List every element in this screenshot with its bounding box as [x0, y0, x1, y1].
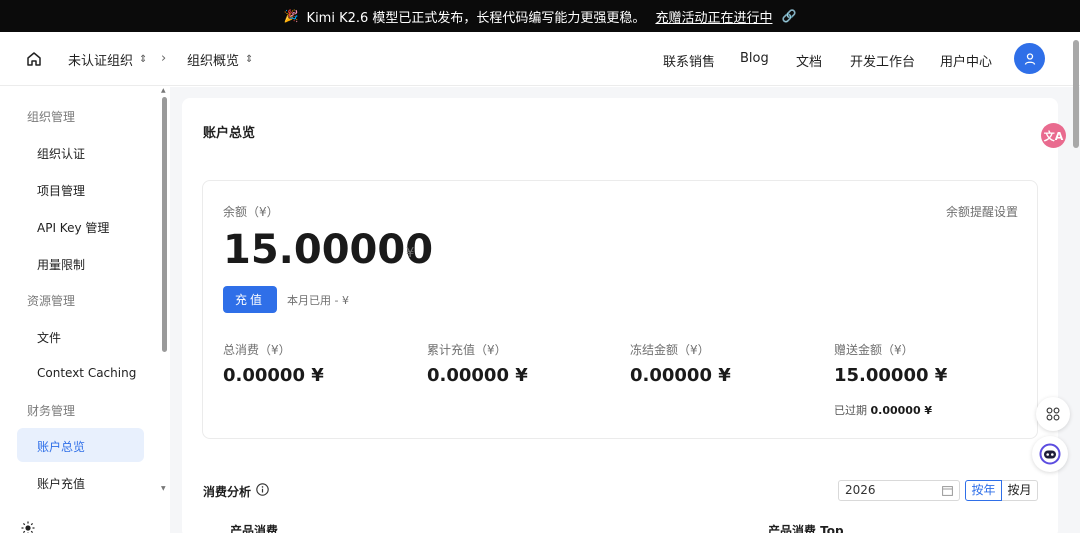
chevron-updown-icon: ⇕	[245, 53, 254, 65]
sidebar-item-account-overview[interactable]: 账户总览	[37, 438, 85, 455]
sidebar-group-finance: 财务管理	[27, 404, 76, 418]
balance-reminder-link[interactable]: 余额提醒设置	[946, 203, 1018, 220]
product-usage-heading: 产品消费	[230, 524, 279, 533]
expired-value: 0.00000 ¥	[870, 404, 933, 417]
assistant-bot-icon[interactable]	[1032, 436, 1068, 472]
page-scrollbar[interactable]	[1073, 40, 1079, 148]
user-icon	[1024, 52, 1035, 65]
year-picker-value: 2026	[845, 483, 876, 497]
by-year-toggle[interactable]: 按年	[965, 480, 1002, 501]
info-icon[interactable]	[256, 483, 269, 496]
sidebar: 组织管理 组织认证 项目管理 API Key 管理 用量限制 资源管理 文件 C…	[0, 87, 170, 533]
nav-contact-sales[interactable]: 联系销售	[663, 51, 715, 70]
sidebar-group-org: 组织管理	[27, 110, 76, 124]
stat-value-gift: 15.00000 ¥	[834, 365, 948, 386]
org-switcher[interactable]: 未认证组织 ⇕	[68, 32, 147, 86]
stat-label-gift: 赠送金额（¥）	[834, 343, 914, 357]
announcement-bar: 🎉 Kimi K2.6 模型已正式发布，长程代码编写能力更强更稳。 充赠活动正在…	[0, 0, 1080, 32]
sidebar-item-context-caching[interactable]: Context Caching	[37, 366, 136, 380]
month-used-text: 本月已用 - ¥	[287, 294, 349, 307]
home-icon[interactable]	[25, 50, 43, 68]
balance-card	[202, 180, 1038, 439]
sidebar-item-files[interactable]: 文件	[37, 329, 61, 346]
sidebar-item-api-keys[interactable]: API Key 管理	[37, 219, 109, 236]
sidebar-group-resources: 资源管理	[27, 294, 76, 308]
page-title: 账户总览	[203, 126, 256, 141]
section-name: 组织概览	[187, 53, 240, 69]
sidebar-scrollbar[interactable]	[162, 97, 167, 352]
stat-value-total-spend: 0.00000 ¥	[223, 365, 324, 386]
stat-label-frozen: 冻结金额（¥）	[630, 343, 710, 357]
expired-label: 已过期	[834, 404, 867, 417]
balance-unit: ¥	[406, 246, 415, 261]
balance-amount: 15.00000	[223, 227, 434, 273]
stat-value-total-recharge: 0.00000 ¥	[427, 365, 528, 386]
product-top-heading: 产品消费 Top	[768, 524, 844, 533]
org-name: 未认证组织	[68, 53, 134, 69]
expired-amount: 已过期 0.00000 ¥	[834, 402, 932, 418]
sidebar-item-usage-limits[interactable]: 用量限制	[37, 256, 85, 273]
sidebar-item-projects[interactable]: 项目管理	[37, 182, 85, 199]
recharge-button[interactable]: 充值	[223, 286, 277, 313]
chevron-updown-icon: ⇕	[139, 53, 148, 65]
announcement-text: Kimi K2.6 模型已正式发布，长程代码编写能力更强更稳。	[306, 10, 646, 26]
nav-user-center[interactable]: 用户中心	[940, 51, 992, 70]
link-icon[interactable]: 🔗	[781, 9, 796, 23]
nav-docs[interactable]: 文档	[796, 51, 822, 70]
analysis-title: 消费分析	[203, 485, 252, 499]
balance-label: 余额（¥）	[223, 205, 279, 219]
translate-icon[interactable]: 文A	[1041, 123, 1066, 148]
party-popper-icon: 🎉	[283, 9, 299, 23]
scroll-up-arrow-icon[interactable]: ▲	[161, 87, 166, 94]
breadcrumb-separator: ›	[161, 51, 167, 66]
avatar[interactable]	[1014, 43, 1045, 74]
announcement-link[interactable]: 充赠活动正在进行中	[655, 7, 772, 26]
nav-blog[interactable]: Blog	[740, 51, 769, 66]
stat-label-total-recharge: 累计充值（¥）	[427, 343, 507, 357]
calendar-icon	[942, 486, 953, 496]
section-switcher[interactable]: 组织概览 ⇕	[187, 32, 253, 86]
grid-icon	[1046, 407, 1060, 421]
by-month-toggle[interactable]: 按月	[1002, 480, 1038, 501]
stat-value-frozen: 0.00000 ¥	[630, 365, 731, 386]
sidebar-item-org-verify[interactable]: 组织认证	[37, 145, 85, 162]
sidebar-item-account-recharge[interactable]: 账户充值	[37, 475, 85, 492]
bot-face-icon	[1039, 443, 1061, 465]
apps-grid-icon[interactable]	[1036, 397, 1070, 431]
stat-label-total-spend: 总消费（¥）	[223, 343, 291, 357]
nav-dev-workbench[interactable]: 开发工作台	[850, 51, 915, 70]
scroll-down-arrow-icon[interactable]: ▼	[161, 485, 166, 492]
sun-icon[interactable]	[21, 521, 35, 533]
top-header: 未认证组织 ⇕ › 组织概览 ⇕ 联系销售 Blog 文档 开发工作台 用户中心	[0, 32, 1080, 86]
year-picker[interactable]: 2026	[838, 480, 960, 501]
